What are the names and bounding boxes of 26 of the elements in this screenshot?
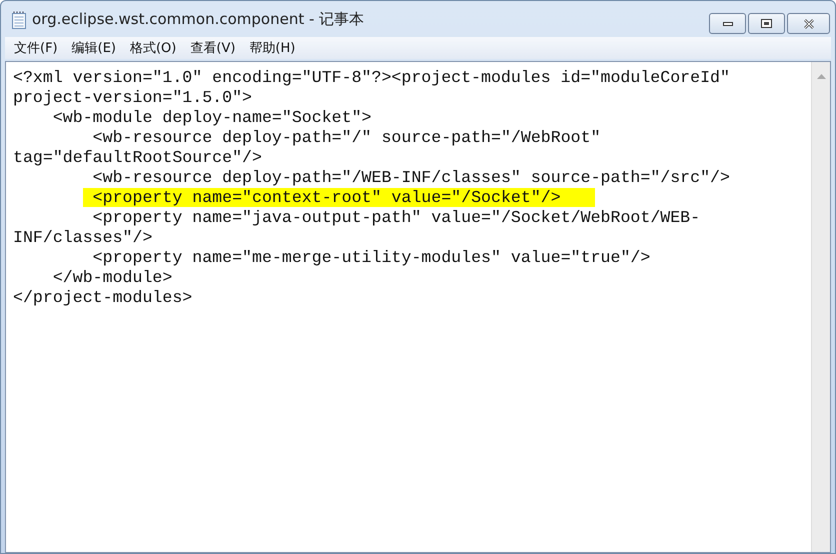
minimize-button[interactable] [709, 13, 746, 34]
code-line: <?xml version="1.0" encoding="UTF-8"?><project-modules id="moduleCoreId" [13, 68, 730, 88]
close-icon [802, 18, 814, 28]
code-line: <wb-resource deploy-path="/WEB-INF/classes" source-path="/src"/> [92, 168, 730, 188]
code-line: tag="defaultRootSource"/> [13, 148, 262, 168]
code-line: <wb-resource deploy-path="/" source-path="/WebRoot" [92, 128, 601, 148]
close-button[interactable] [787, 13, 830, 34]
maximize-button[interactable] [748, 13, 785, 34]
menu-item[interactable]: 文件(F) [7, 39, 65, 57]
code-line: </project-modules> [13, 288, 192, 308]
code-line: </wb-module> [52, 268, 172, 288]
menu-item[interactable]: 查看(V) [183, 39, 242, 57]
code-line: <wb-module deploy-name="Socket"> [52, 108, 372, 128]
scroll-bar[interactable] [811, 62, 830, 552]
code-line: <property name="me-merge-utility-modules" value="true"/> [92, 248, 650, 268]
code-line: <property name="java-output-path" value="/Socket/WebRoot/WEB- [92, 208, 700, 228]
window-title: org.eclipse.wst.common.component - 记事本 [32, 10, 364, 28]
menu-item[interactable]: 帮助(H) [242, 39, 302, 57]
minimize-icon [722, 22, 732, 26]
notepad-icon [11, 11, 27, 29]
menu-item[interactable]: 编辑(E) [64, 39, 123, 57]
menu-item[interactable]: 格式(O) [122, 39, 184, 57]
code-line: INF/classes"/> [13, 228, 152, 248]
code-line: project-version="1.5.0"> [13, 88, 252, 108]
maximize-icon [761, 19, 772, 28]
scroll-up-icon [816, 74, 826, 79]
